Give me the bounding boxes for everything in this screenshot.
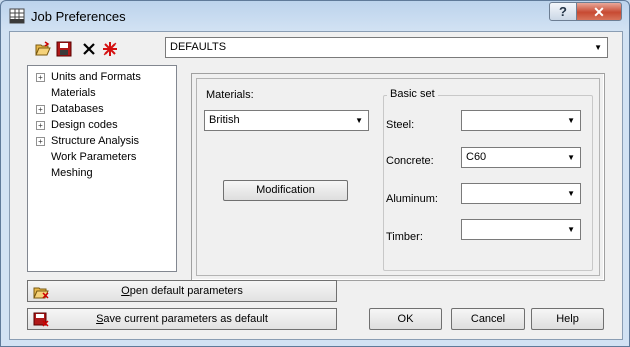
preset-combo-value: DEFAULTS: [170, 41, 227, 53]
chevron-down-icon: ▼: [594, 43, 602, 52]
concrete-combo[interactable]: C60 ▼: [461, 147, 581, 168]
open-default-parameters-button[interactable]: Open default parameters: [27, 280, 337, 302]
basic-set-title: Basic set: [387, 88, 438, 100]
steel-combo[interactable]: ▼: [461, 110, 581, 131]
concrete-label: Concrete:: [386, 155, 434, 167]
help-button[interactable]: Help: [531, 308, 604, 330]
aluminum-combo[interactable]: ▼: [461, 183, 581, 204]
chevron-down-icon: ▼: [355, 116, 363, 125]
save-current-as-default-button[interactable]: Save current parameters as default: [27, 308, 337, 330]
expand-plus-icon[interactable]: +: [36, 105, 45, 114]
dialog-client-area: DEFAULTS ▼ + Units and Formats Materials…: [9, 31, 623, 340]
open-folder-icon[interactable]: [35, 41, 51, 57]
preferences-tree[interactable]: + Units and Formats Materials + Database…: [27, 65, 177, 272]
tree-item-label: Design codes: [51, 119, 118, 131]
app-icon: [9, 8, 25, 24]
title-help-button[interactable]: ?: [549, 2, 577, 21]
close-button[interactable]: ✕: [576, 2, 622, 21]
steel-label: Steel:: [386, 119, 415, 131]
tree-item-label: Meshing: [51, 167, 93, 179]
materials-combo-value: British: [209, 114, 240, 126]
expand-plus-icon[interactable]: +: [36, 73, 45, 82]
job-preferences-window: Job Preferences ? ✕ DEFAULTS ▼ + Units a…: [0, 0, 630, 347]
materials-label: Materials:: [206, 89, 254, 101]
preset-combo[interactable]: DEFAULTS ▼: [165, 37, 608, 58]
cancel-button[interactable]: Cancel: [451, 308, 525, 330]
tree-item-label: Databases: [51, 103, 104, 115]
tree-item-label: Materials: [51, 87, 96, 99]
chevron-down-icon: ▼: [567, 153, 575, 162]
chevron-down-icon: ▼: [567, 225, 575, 234]
ok-button-label: OK: [397, 313, 414, 325]
save-default-rest: ave current parameters as default: [103, 313, 268, 325]
modification-button[interactable]: Modification: [223, 180, 348, 201]
open-default-mnemonic: O: [121, 285, 130, 297]
title-bar[interactable]: Job Preferences ? ✕: [1, 1, 629, 31]
help-button-label: Help: [556, 313, 579, 325]
expand-plus-icon[interactable]: +: [36, 121, 45, 130]
materials-combo[interactable]: British ▼: [204, 110, 369, 131]
save-disk-icon[interactable]: [56, 41, 72, 57]
open-default-rest: pen default parameters: [129, 285, 243, 297]
chevron-down-icon: ▼: [567, 116, 575, 125]
tree-item-label: Work Parameters: [51, 151, 137, 163]
open-default-parameters-label: Open default parameters: [28, 285, 336, 297]
chevron-down-icon: ▼: [567, 189, 575, 198]
reset-star-icon[interactable]: [102, 41, 118, 57]
expand-plus-icon[interactable]: +: [36, 137, 45, 146]
delete-x-icon[interactable]: [81, 41, 97, 57]
timber-combo[interactable]: ▼: [461, 219, 581, 240]
tree-item-label: Structure Analysis: [51, 135, 140, 147]
tree-item-label: Units and Formats: [51, 71, 141, 83]
modification-button-label: Modification: [256, 184, 315, 196]
window-title: Job Preferences: [31, 9, 126, 24]
concrete-combo-value: C60: [466, 151, 487, 163]
aluminum-label: Aluminum:: [386, 193, 438, 205]
cancel-button-label: Cancel: [470, 313, 506, 325]
timber-label: Timber:: [386, 231, 423, 243]
ok-button[interactable]: OK: [369, 308, 442, 330]
save-current-as-default-label: Save current parameters as default: [28, 313, 336, 325]
